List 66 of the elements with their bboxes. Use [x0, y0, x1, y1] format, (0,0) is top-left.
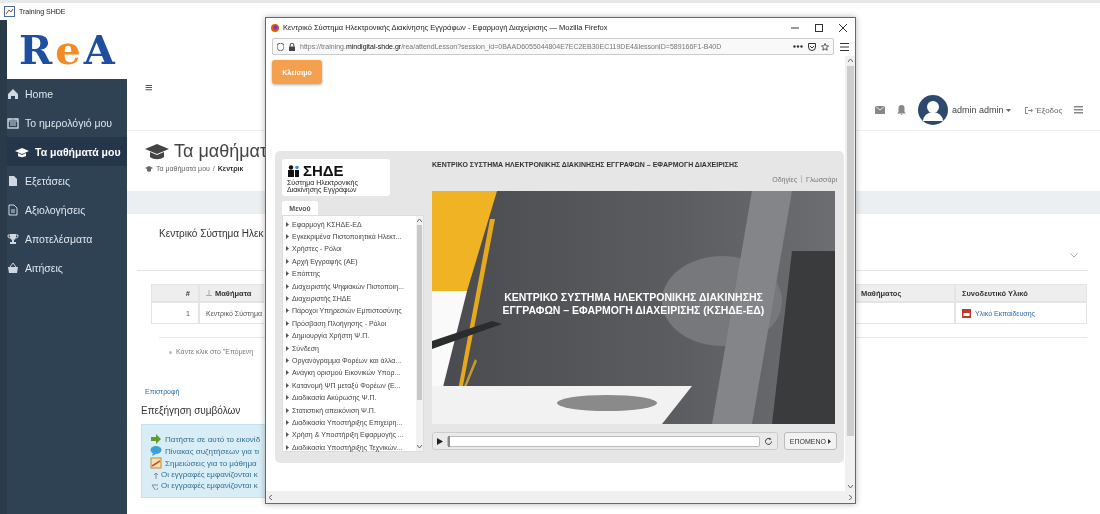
sidebar-item[interactable]: Τα μαθήματά μου: [7, 137, 127, 166]
menu-toggle[interactable]: ≡: [145, 80, 153, 95]
pdf-icon: [962, 308, 971, 318]
caret-right-icon: [286, 221, 289, 227]
notepad-icon: [150, 457, 162, 469]
more-icon[interactable]: [793, 45, 803, 48]
basket-icon: [7, 261, 19, 274]
scroll-down-icon[interactable]: [417, 445, 422, 448]
legend-text: Πίνακας συζητήσεων για τι: [165, 446, 260, 456]
sidebar-item[interactable]: Home: [7, 79, 127, 108]
chevron-right-icon: [828, 438, 831, 444]
scrollbar-thumb[interactable]: [417, 225, 422, 400]
calendar-icon: [7, 116, 19, 129]
menu-icon[interactable]: [840, 42, 849, 51]
pocket-icon[interactable]: [808, 42, 816, 51]
sort-icon: [150, 481, 158, 490]
legend-text: Σημειώσεις για το μάθημα: [165, 458, 257, 468]
browser-icon: [271, 23, 279, 32]
speech-bubble-icon: [150, 445, 162, 457]
bullet-icon: [169, 351, 172, 354]
scroll-right-icon[interactable]: [849, 494, 852, 500]
mail-icon[interactable]: [875, 106, 885, 114]
legend-text: Οι εγγραφές εμφανίζονται κ: [161, 481, 258, 490]
close-icon[interactable]: [839, 23, 847, 32]
caret-down-icon: [1005, 109, 1011, 113]
home-icon: [7, 87, 19, 100]
page-title: Τα μαθήματ: [174, 141, 268, 162]
document-icon: [7, 174, 19, 187]
legend-text: Οι εγγραφές εμφανίζονται κ: [161, 470, 258, 479]
trophy-icon: [7, 232, 19, 245]
slide-title: ΕΓΓΡΑΦΩΝ – ΕΦΑΡΜΟΓΗ ΔΙΑΧΕΙΡΙΣΗΣ (ΚΣΗΔΕ-ΕΔ): [502, 304, 765, 317]
sidebar-item[interactable]: Αποτελέσματα: [7, 224, 127, 253]
legend-title: Επεξήγηση συμβόλων: [141, 405, 241, 416]
sidebar-item[interactable]: Το ημερολόγιό μου: [7, 108, 127, 137]
chevron-down-icon[interactable]: [1070, 253, 1078, 258]
maximize-icon[interactable]: [815, 23, 823, 32]
user-menu[interactable]: admin admin: [952, 105, 1011, 115]
sidebar-item[interactable]: Αξιολογήσεις: [7, 195, 127, 224]
play-icon[interactable]: [437, 437, 443, 445]
caret-right-icon: [286, 358, 289, 363]
scroll-down-icon[interactable]: [847, 485, 853, 488]
slide-title: ΚΕΝΤΡΙΚΟ ΣΥΣΤΗΜΑ ΗΛΕΚΤΡΟΝΙΚΗΣ ΔΙΑΚΙΝΗΣΗΣ: [504, 291, 763, 304]
lock-icon: [289, 42, 295, 51]
replay-icon[interactable]: [763, 436, 773, 446]
app-icon: [4, 6, 15, 17]
people-icon: [287, 164, 301, 177]
course-title: Κεντρικό Σύστημα Ηλεκ: [159, 228, 264, 239]
document-icon: [7, 203, 19, 216]
graduation-cap-icon: [145, 165, 153, 172]
sort-icon: [206, 290, 212, 296]
scrollbar-thumb[interactable]: [846, 66, 854, 436]
star-icon[interactable]: [821, 42, 829, 51]
sidebar-item[interactable]: Εξετάσεις: [7, 166, 127, 195]
scroll-left-icon[interactable]: [269, 494, 272, 500]
scroll-up-icon[interactable]: [417, 219, 422, 222]
sidebar-item[interactable]: Αιτήσεις: [7, 253, 127, 282]
graduation-cap-icon: [145, 142, 169, 161]
legend-text: Πατήστε σε αυτό το εικονίδ: [165, 434, 261, 444]
graduation-cap-icon: [15, 145, 29, 158]
arrow-icon: [150, 433, 162, 445]
bell-icon[interactable]: [897, 105, 906, 115]
logout-icon: [1024, 106, 1033, 114]
shield-icon: [277, 42, 284, 51]
avatar[interactable]: [918, 95, 948, 125]
logout-link[interactable]: Έξοδος: [1024, 105, 1063, 115]
scroll-up-icon[interactable]: [847, 59, 853, 62]
